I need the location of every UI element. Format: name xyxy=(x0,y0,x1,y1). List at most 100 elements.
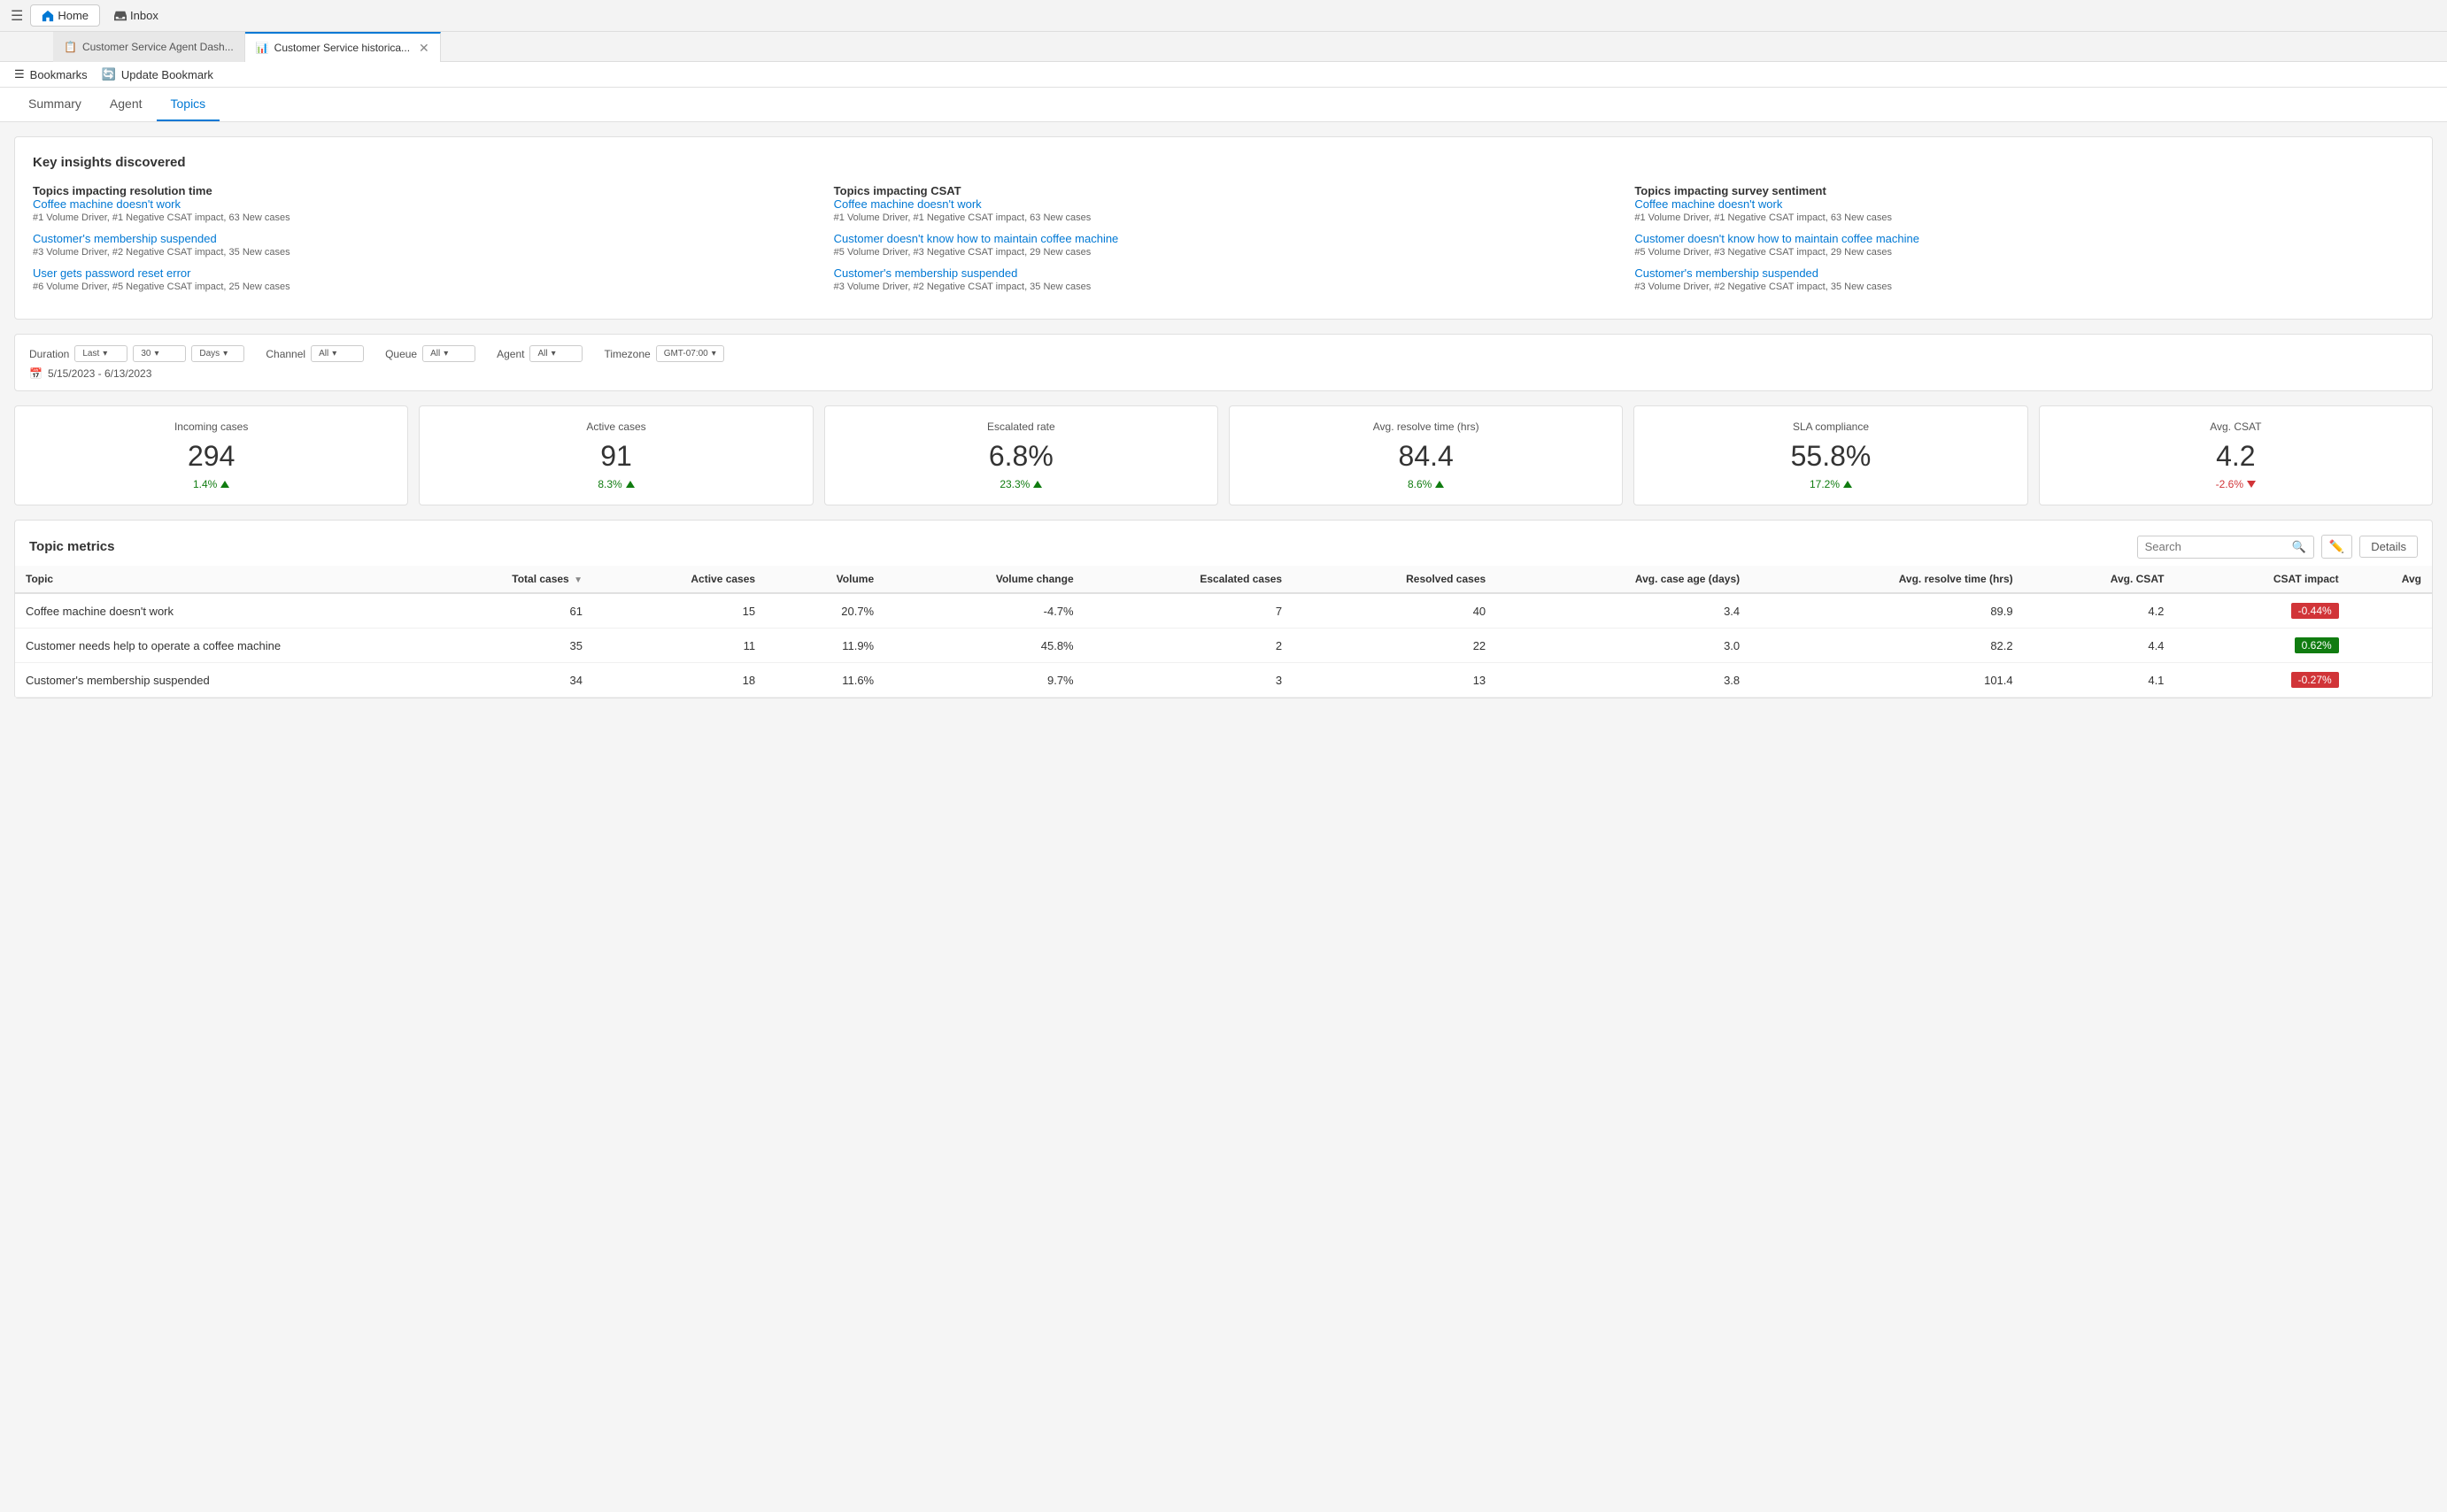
kpi-resolve-title: Avg. resolve time (hrs) xyxy=(1244,420,1608,433)
insight-link-3-2[interactable]: Customer doesn't know how to maintain co… xyxy=(1634,232,2414,245)
insight-link-1-1[interactable]: Coffee machine doesn't work xyxy=(33,197,813,211)
chevron-down-icon-timezone: ▾ xyxy=(712,349,716,359)
topic-metrics-card: Topic metrics 🔍 ✏️ Details Topic Total c… xyxy=(14,520,2433,698)
tab-summary[interactable]: Summary xyxy=(14,88,96,121)
table-wrapper: Topic Total cases ▼ Active cases Volume … xyxy=(15,566,2432,698)
tab-historical[interactable]: 📊 Customer Service historica... ✕ xyxy=(245,32,441,62)
hamburger-menu[interactable]: ☰ xyxy=(7,4,27,28)
duration-unit-select[interactable]: Days ▾ xyxy=(191,345,244,362)
row1-topic: Coffee machine doesn't work xyxy=(15,593,408,629)
timezone-select[interactable]: GMT-07:00 ▾ xyxy=(656,345,724,362)
kpi-sla-arrow xyxy=(1843,481,1852,488)
insight-meta-1-3: #6 Volume Driver, #5 Negative CSAT impac… xyxy=(33,282,813,292)
metrics-header: Topic metrics 🔍 ✏️ Details xyxy=(15,521,2432,566)
row1-csat-impact: -0.44% xyxy=(2174,593,2349,629)
insight-link-2-1[interactable]: Coffee machine doesn't work xyxy=(834,197,1614,211)
tab-topics[interactable]: Topics xyxy=(157,88,220,121)
channel-value: All xyxy=(319,349,328,359)
row1-total: 61 xyxy=(408,593,593,629)
kpi-sla: SLA compliance 55.8% 17.2% xyxy=(1633,405,2027,505)
kpi-active-title: Active cases xyxy=(434,420,798,433)
insight-link-3-1[interactable]: Coffee machine doesn't work xyxy=(1634,197,2414,211)
queue-label: Queue xyxy=(385,348,417,360)
row2-active: 11 xyxy=(593,629,766,663)
kpi-escalated-value: 6.8% xyxy=(839,440,1203,473)
inbox-button[interactable]: Inbox xyxy=(104,5,169,26)
row2-avg-csat: 4.4 xyxy=(2024,629,2175,663)
tab-agent[interactable]: Agent xyxy=(96,88,157,121)
kpi-escalated-change-text: 23.3% xyxy=(1000,478,1030,490)
row3-csat-impact: -0.27% xyxy=(2174,663,2349,698)
agent-select[interactable]: All ▾ xyxy=(529,345,583,362)
agent-filter: Agent All ▾ xyxy=(497,345,583,362)
row2-resolved: 22 xyxy=(1293,629,1496,663)
row3-volume: 11.6% xyxy=(766,663,884,698)
filters-top: Duration Last ▾ 30 ▾ Days ▾ Channel All xyxy=(29,345,2418,362)
channel-label: Channel xyxy=(266,348,305,360)
search-box[interactable]: 🔍 xyxy=(2137,536,2314,559)
details-button[interactable]: Details xyxy=(2359,536,2418,558)
insight-meta-1-1: #1 Volume Driver, #1 Negative CSAT impac… xyxy=(33,212,813,223)
insight-link-1-2[interactable]: Customer's membership suspended xyxy=(33,232,813,245)
queue-select[interactable]: All ▾ xyxy=(422,345,475,362)
refresh-icon: 🔄 xyxy=(102,67,116,81)
duration-unit: Days xyxy=(199,349,220,359)
channel-filter: Channel All ▾ xyxy=(266,345,364,362)
tab-close-icon[interactable]: ✕ xyxy=(419,42,429,54)
row3-resolved: 13 xyxy=(1293,663,1496,698)
queue-value: All xyxy=(430,349,440,359)
bookmarks-menu[interactable]: ☰ Bookmarks xyxy=(14,67,88,81)
kpi-resolve-arrow xyxy=(1435,481,1444,488)
insight-link-2-2[interactable]: Customer doesn't know how to maintain co… xyxy=(834,232,1614,245)
insight-meta-2-1: #1 Volume Driver, #1 Negative CSAT impac… xyxy=(834,212,1614,223)
row2-vol-change: 45.8% xyxy=(884,629,1085,663)
col-escalated: Escalated cases xyxy=(1085,566,1293,593)
row3-resolve-time: 101.4 xyxy=(1750,663,2023,698)
col-total[interactable]: Total cases ▼ xyxy=(408,566,593,593)
kpi-active-change: 8.3% xyxy=(434,478,798,490)
insight-link-3-3[interactable]: Customer's membership suspended xyxy=(1634,266,2414,280)
inbox-label: Inbox xyxy=(130,9,158,22)
row2-escalated: 2 xyxy=(1085,629,1293,663)
col-csat-impact: CSAT impact xyxy=(2174,566,2349,593)
chevron-down-icon-unit: ▾ xyxy=(223,349,228,359)
tab-bar: 📋 Customer Service Agent Dash... 📊 Custo… xyxy=(0,32,2447,62)
top-bar: ☰ Home Inbox xyxy=(0,0,2447,32)
tab-agent-dash[interactable]: 📋 Customer Service Agent Dash... xyxy=(53,32,245,62)
duration-value-select[interactable]: Last ▾ xyxy=(74,345,127,362)
calendar-icon: 📅 xyxy=(29,367,42,380)
row2-resolve-time: 82.2 xyxy=(1750,629,2023,663)
edit-button[interactable]: ✏️ xyxy=(2321,535,2352,559)
insights-col3-heading: Topics impacting survey sentiment xyxy=(1634,184,2414,197)
table-header-row: Topic Total cases ▼ Active cases Volume … xyxy=(15,566,2432,593)
agent-value: All xyxy=(537,349,547,359)
insight-meta-3-2: #5 Volume Driver, #3 Negative CSAT impac… xyxy=(1634,247,2414,258)
channel-select[interactable]: All ▾ xyxy=(311,345,364,362)
row1-vol-change: -4.7% xyxy=(884,593,1085,629)
update-bookmark-button[interactable]: 🔄 Update Bookmark xyxy=(102,67,213,81)
row2-total: 35 xyxy=(408,629,593,663)
insight-meta-2-2: #5 Volume Driver, #3 Negative CSAT impac… xyxy=(834,247,1614,258)
bookmarks-icon: ☰ xyxy=(14,67,25,81)
chevron-down-icon-duration: ▾ xyxy=(103,349,107,359)
insight-link-1-3[interactable]: User gets password reset error xyxy=(33,266,813,280)
insights-grid: Topics impacting resolution time Coffee … xyxy=(33,184,2414,301)
kpi-csat-title: Avg. CSAT xyxy=(2054,420,2418,433)
home-button[interactable]: Home xyxy=(30,4,100,27)
kpi-sla-title: SLA compliance xyxy=(1648,420,2012,433)
duration-num-select[interactable]: 30 ▾ xyxy=(133,345,186,362)
table-row: Customer needs help to operate a coffee … xyxy=(15,629,2432,663)
agent-label: Agent xyxy=(497,348,524,360)
search-input[interactable] xyxy=(2145,540,2287,553)
row2-topic: Customer needs help to operate a coffee … xyxy=(15,629,408,663)
col-active: Active cases xyxy=(593,566,766,593)
duration-filter: Duration Last ▾ 30 ▾ Days ▾ xyxy=(29,345,244,362)
home-label: Home xyxy=(58,9,89,22)
kpi-sla-change: 17.2% xyxy=(1648,478,2012,490)
insight-link-2-3[interactable]: Customer's membership suspended xyxy=(834,266,1614,280)
insight-meta-2-3: #3 Volume Driver, #2 Negative CSAT impac… xyxy=(834,282,1614,292)
date-range: 📅 5/15/2023 - 6/13/2023 xyxy=(29,367,2418,380)
chevron-down-icon-channel: ▾ xyxy=(332,349,336,359)
duration-num: 30 xyxy=(141,349,151,359)
chevron-down-icon-agent: ▾ xyxy=(552,349,556,359)
